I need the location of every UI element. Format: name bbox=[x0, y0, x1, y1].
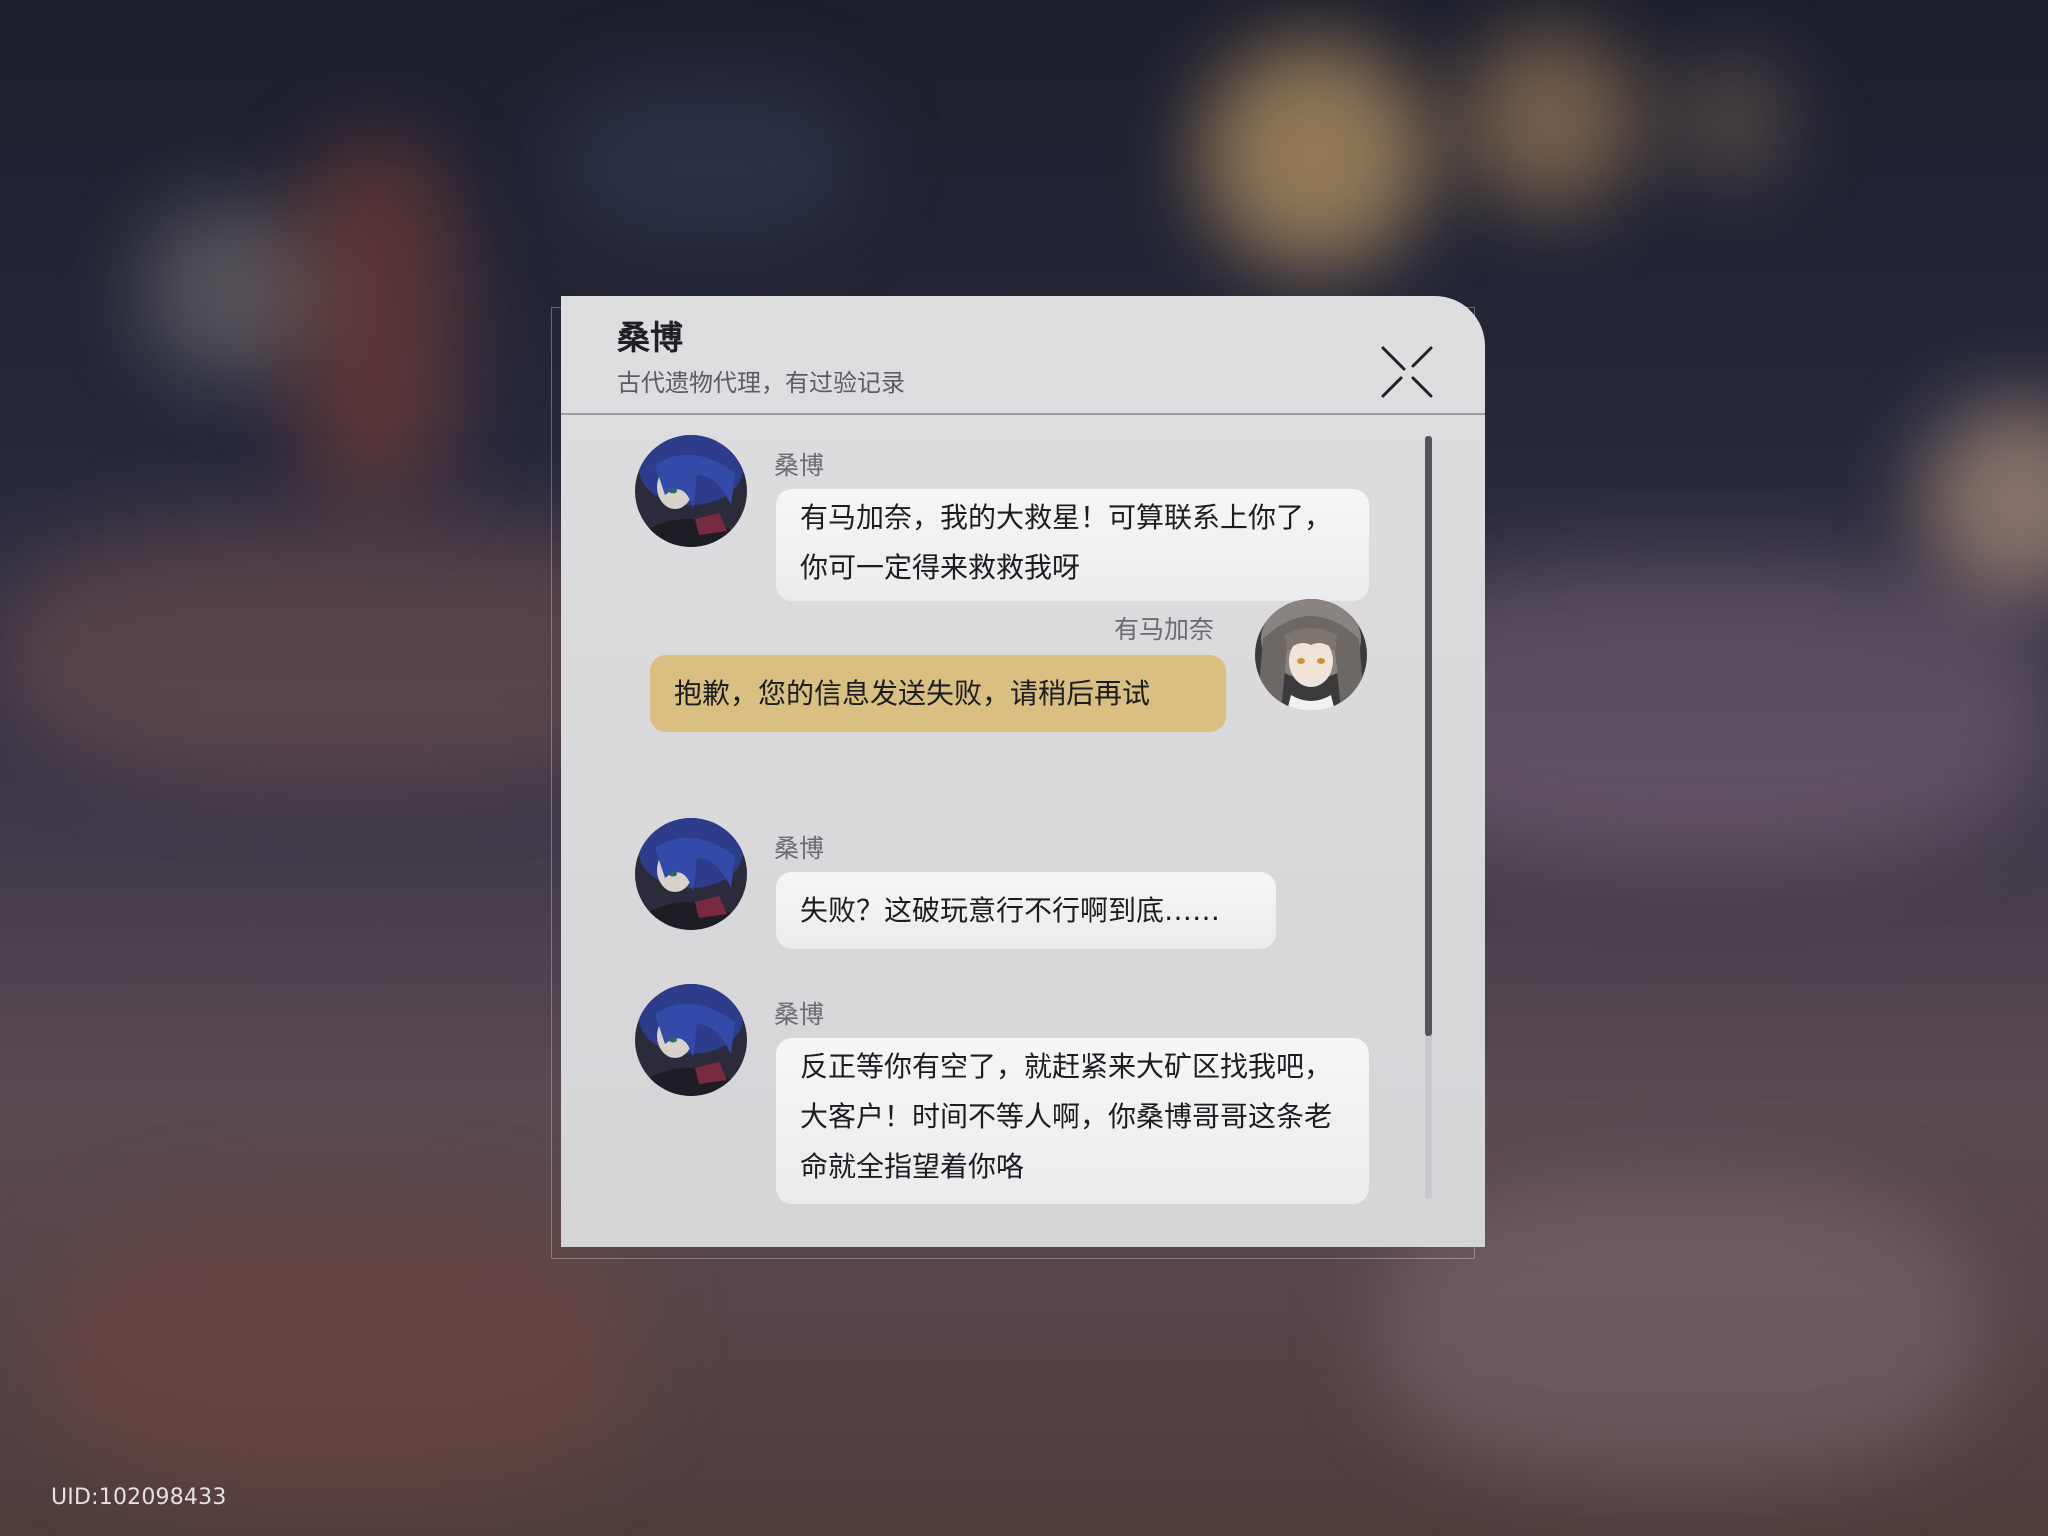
sender-name: 有马加奈 bbox=[1114, 615, 1215, 644]
sender-name: 桑博 bbox=[774, 451, 825, 480]
contact-description: 古代遗物代理，有过验记录 bbox=[617, 369, 905, 397]
sampo-avatar[interactable] bbox=[635, 984, 747, 1096]
message-bubble: 有马加奈，我的大救星！可算联系上你了，你可一定得来救救我呀 bbox=[776, 489, 1369, 601]
message-bubble: 反正等你有空了，就赶紧来大矿区找我吧，大客户！时间不等人啊，你桑博哥哥这条老命就… bbox=[776, 1038, 1369, 1204]
contact-name: 桑博 bbox=[617, 318, 683, 357]
uid-label: UID:102098433 bbox=[51, 1485, 227, 1510]
player-avatar[interactable] bbox=[1255, 599, 1367, 711]
sender-name: 桑博 bbox=[774, 834, 825, 863]
sampo-avatar[interactable] bbox=[635, 435, 747, 547]
chat-dialog: 桑博 古代遗物代理，有过验记录 桑博 有马加奈，我的大救星！可算联系上你了，你可… bbox=[561, 296, 1485, 1247]
sender-name: 桑博 bbox=[774, 1000, 825, 1029]
close-icon bbox=[1381, 346, 1433, 398]
message-bubble: 失败？这破玩意行不行啊到底…… bbox=[776, 872, 1276, 949]
chat-header: 桑博 古代遗物代理，有过验记录 bbox=[561, 296, 1485, 415]
sampo-avatar[interactable] bbox=[635, 818, 747, 930]
close-button[interactable] bbox=[1379, 344, 1435, 400]
scrollbar-thumb[interactable] bbox=[1425, 436, 1432, 1036]
message-bubble: 抱歉，您的信息发送失败，请稍后再试 bbox=[650, 655, 1226, 732]
message-list[interactable]: 桑博 有马加奈，我的大救星！可算联系上你了，你可一定得来救救我呀 有马加奈 抱歉… bbox=[561, 415, 1485, 1247]
